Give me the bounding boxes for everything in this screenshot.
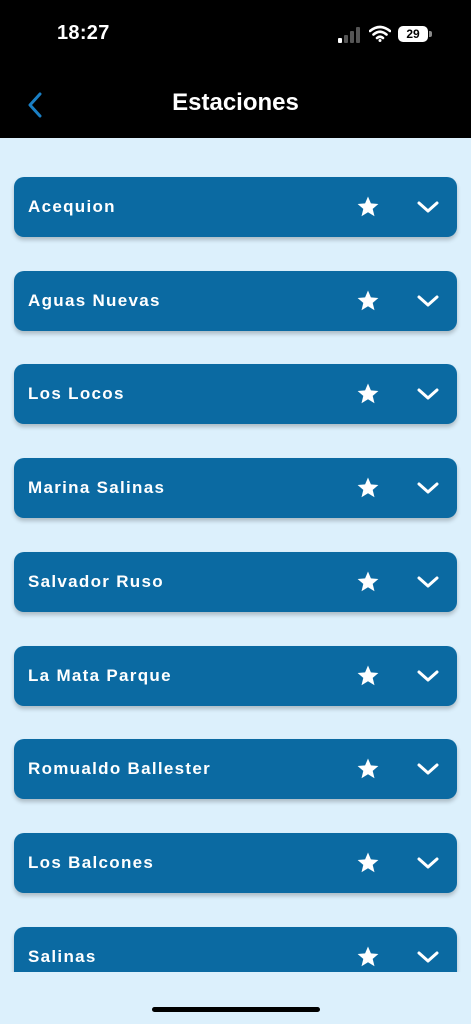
station-item[interactable]: Acequion [14,177,457,237]
star-icon [357,852,379,873]
battery-level: 29 [406,27,420,41]
station-name: Salvador Ruso [28,571,164,591]
favorite-button[interactable] [354,193,382,221]
star-icon [357,665,379,685]
battery-tip [429,31,432,37]
station-list[interactable]: Acequion Aguas Nuevas Los Locos Marina Sali… [0,138,471,972]
chevron-down-icon [417,763,439,775]
chevron-down-icon [417,388,439,400]
chevron-down-icon [417,857,439,869]
expand-button[interactable] [414,662,442,690]
star-icon [357,290,379,310]
station-item[interactable]: Salvador Ruso [14,551,457,612]
station-item[interactable]: Los Locos [14,364,457,425]
battery-icon: 29 [398,26,428,42]
favorite-button[interactable] [354,943,382,971]
favorite-button[interactable] [354,287,382,315]
header: 18:27 29 Estaciones [0,0,471,138]
station-item[interactable]: Salinas [14,926,457,972]
home-indicator[interactable] [152,1007,320,1012]
expand-button[interactable] [414,193,442,221]
station-name: Marina Salinas [28,478,166,498]
page-title: Estaciones [172,89,299,116]
expand-button[interactable] [414,380,442,408]
station-name: Salinas [28,946,97,966]
star-icon [357,383,379,404]
station-item[interactable]: Marina Salinas [14,458,457,519]
station-name: Los Balcones [28,852,155,872]
station-name: Romualdo Ballester [28,759,212,779]
chevron-down-icon [417,201,439,213]
station-item[interactable]: Romualdo Ballester [14,739,457,800]
station-item[interactable]: Aguas Nuevas [14,270,457,331]
star-icon [357,196,379,217]
chevron-down-icon [417,482,439,494]
status-time: 18:27 [57,22,110,44]
favorite-button[interactable] [354,849,382,877]
expand-button[interactable] [414,849,442,877]
station-name: Los Locos [28,384,125,404]
favorite-button[interactable] [354,755,382,783]
chevron-down-icon [417,576,439,588]
station-name: Aguas Nuevas [28,290,161,310]
station-item[interactable]: Los Balcones [14,832,457,893]
favorite-button[interactable] [354,662,382,690]
star-icon [357,571,379,591]
station-item[interactable]: La Mata Parque [14,645,457,706]
station-name: La Mata Parque [28,665,172,685]
favorite-button[interactable] [354,568,382,596]
station-name: Acequion [28,197,116,216]
chevron-down-icon [417,670,439,681]
favorite-button[interactable] [354,380,382,408]
chevron-down-icon [417,295,439,307]
signal-icon [338,27,360,43]
expand-button[interactable] [414,943,442,971]
expand-button[interactable] [414,474,442,502]
favorite-button[interactable] [354,474,382,502]
star-icon [357,758,379,779]
wifi-icon [369,25,391,42]
expand-button[interactable] [414,755,442,783]
star-icon [357,477,379,498]
star-icon [357,946,379,966]
chevron-down-icon [417,951,439,963]
expand-button[interactable] [414,287,442,315]
expand-button[interactable] [414,568,442,596]
